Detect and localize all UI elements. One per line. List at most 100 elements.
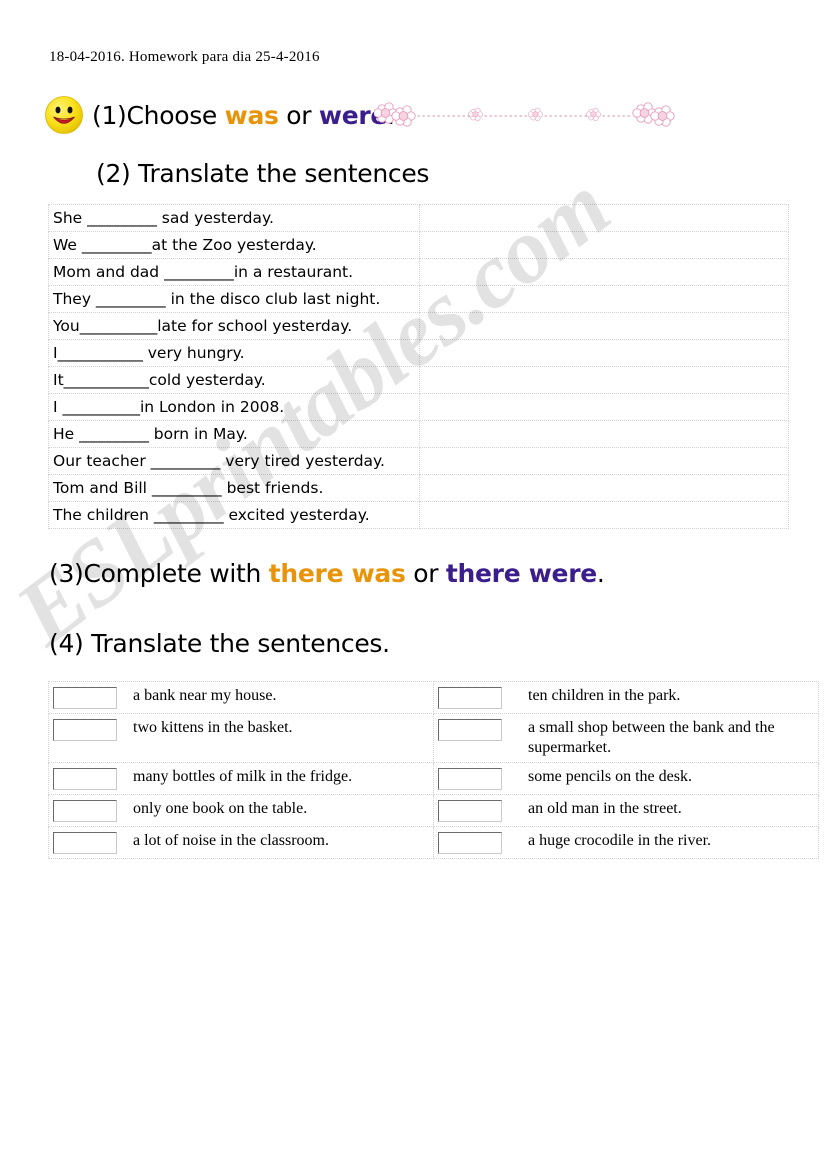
answer-cell-left: many bottles of milk in the fridge. [48, 762, 434, 795]
answer-cell[interactable] [419, 285, 789, 313]
answer-input-box[interactable] [438, 719, 502, 741]
answer-cell[interactable] [419, 312, 789, 340]
sentence-cell: You__________late for school yesterday. [48, 312, 420, 340]
sentence-text: a small shop between the bank and the su… [528, 719, 775, 756]
table-row: Our teacher _________ very tired yesterd… [48, 447, 789, 475]
sentence-cell: The children _________ excited yesterday… [48, 501, 420, 529]
sentence-cell: He _________ born in May. [48, 420, 420, 448]
keyword-there-was: there was [268, 559, 406, 588]
answer-cell[interactable] [419, 420, 789, 448]
answer-row: many bottles of milk in the fridge. [53, 767, 429, 790]
answer-input-box[interactable] [438, 687, 502, 709]
sentence-text: a huge crocodile in the river. [528, 832, 712, 849]
answer-cell[interactable] [419, 501, 789, 529]
sentence-text: some pencils on the desk. [528, 768, 692, 785]
table-row: two kittens in the basket. a small shop … [48, 713, 819, 763]
exercise-4-heading: (4) Translate the sentences. [49, 629, 390, 658]
answer-cell-left: a bank near my house. [48, 681, 434, 714]
answer-row: ten children in the park. [438, 686, 814, 709]
exercise-1-table: She _________ sad yesterday. We ________… [48, 204, 789, 529]
answer-row: a bank near my house. [53, 686, 429, 709]
answer-cell[interactable] [419, 393, 789, 421]
answer-row: a lot of noise in the classroom. [53, 831, 429, 854]
answer-cell-left: a lot of noise in the classroom. [48, 826, 434, 859]
answer-cell-right: a huge crocodile in the river. [433, 826, 819, 859]
answer-row: some pencils on the desk. [438, 767, 814, 790]
answer-input-box[interactable] [53, 719, 117, 741]
sentence-cell: It___________cold yesterday. [48, 366, 420, 394]
table-row: I___________ very hungry. [48, 339, 789, 367]
answer-cell[interactable] [419, 447, 789, 475]
exercise-3-period: . [596, 559, 605, 588]
table-row: You__________late for school yesterday. [48, 312, 789, 340]
table-row: They _________ in the disco club last ni… [48, 285, 789, 313]
exercise-1-or: or [278, 100, 319, 130]
flower-divider-icon [373, 100, 680, 130]
table-row: We _________at the Zoo yesterday. [48, 231, 789, 259]
table-row: The children _________ excited yesterday… [48, 501, 789, 529]
answer-input-box[interactable] [438, 800, 502, 822]
table-row: I __________in London in 2008. [48, 393, 789, 421]
sentence-cell: We _________at the Zoo yesterday. [48, 231, 420, 259]
answer-cell[interactable] [419, 204, 789, 232]
exercise-2-heading: (2) Translate the sentences [96, 159, 430, 188]
exercise-1-table-body: She _________ sad yesterday. We ________… [48, 204, 789, 529]
exercise-1-heading-text: (1)Choose was or were. [92, 101, 395, 130]
answer-cell[interactable] [419, 339, 789, 367]
sentence-text: many bottles of milk in the fridge. [133, 768, 353, 785]
table-row: She _________ sad yesterday. [48, 204, 789, 232]
answer-input-box[interactable] [53, 832, 117, 854]
sentence-text: a bank near my house. [133, 687, 277, 704]
sentence-text: an old man in the street. [528, 800, 682, 817]
sentence-cell: She _________ sad yesterday. [48, 204, 420, 232]
answer-input-box[interactable] [53, 687, 117, 709]
keyword-was: was [224, 100, 279, 130]
answer-cell-left: two kittens in the basket. [48, 713, 434, 763]
exercise-3-heading: (3)Complete with there was or there were… [49, 559, 605, 588]
answer-row: a huge crocodile in the river. [438, 831, 814, 854]
answer-row: only one book on the table. [53, 799, 429, 822]
answer-cell[interactable] [419, 258, 789, 286]
table-row: a bank near my house. ten children in th… [48, 681, 819, 714]
smiley-face-icon [44, 95, 84, 135]
answer-row: two kittens in the basket. [53, 718, 429, 741]
sentence-text: a lot of noise in the classroom. [133, 832, 329, 849]
sentence-cell: Tom and Bill _________ best friends. [48, 474, 420, 502]
table-row: a lot of noise in the classroom. a huge … [48, 826, 819, 859]
keyword-there-were: there were [445, 559, 597, 588]
sentence-text: only one book on the table. [133, 800, 308, 817]
sentence-cell: I___________ very hungry. [48, 339, 420, 367]
table-row: Tom and Bill _________ best friends. [48, 474, 789, 502]
exercise-1-verb: Choose [126, 100, 225, 130]
sentence-cell: I __________in London in 2008. [48, 393, 420, 421]
answer-cell-left: only one book on the table. [48, 794, 434, 827]
answer-cell-right: an old man in the street. [433, 794, 819, 827]
exercise-3-label: (3)Complete with [49, 559, 269, 588]
exercise-4-table: a bank near my house. ten children in th… [48, 681, 819, 859]
sentence-cell: They _________ in the disco club last ni… [48, 285, 420, 313]
table-row: He _________ born in May. [48, 420, 789, 448]
exercise-1-number: (1) [92, 100, 127, 130]
table-row: Mom and dad _________in a restaurant. [48, 258, 789, 286]
table-row: It___________cold yesterday. [48, 366, 789, 394]
answer-input-box[interactable] [438, 768, 502, 790]
answer-cell[interactable] [419, 231, 789, 259]
answer-row: an old man in the street. [438, 799, 814, 822]
answer-input-box[interactable] [53, 768, 117, 790]
answer-input-box[interactable] [438, 832, 502, 854]
table-row: many bottles of milk in the fridge. some… [48, 762, 819, 795]
answer-cell[interactable] [419, 474, 789, 502]
answer-cell-right: some pencils on the desk. [433, 762, 819, 795]
answer-input-box[interactable] [53, 800, 117, 822]
sentence-text: ten children in the park. [528, 687, 681, 704]
sentence-cell: Mom and dad _________in a restaurant. [48, 258, 420, 286]
table-row: only one book on the table. an old man i… [48, 794, 819, 827]
date-line: 18-04-2016. Homework para dia 25-4-2016 [49, 49, 320, 65]
answer-cell-right: a small shop between the bank and the su… [433, 713, 819, 763]
answer-row: a small shop between the bank and the su… [438, 718, 814, 758]
answer-cell-right: ten children in the park. [433, 681, 819, 714]
exercise-4-table-body: a bank near my house. ten children in th… [48, 681, 819, 859]
sentence-cell: Our teacher _________ very tired yesterd… [48, 447, 420, 475]
answer-cell[interactable] [419, 366, 789, 394]
exercise-3-or: or [405, 559, 446, 588]
